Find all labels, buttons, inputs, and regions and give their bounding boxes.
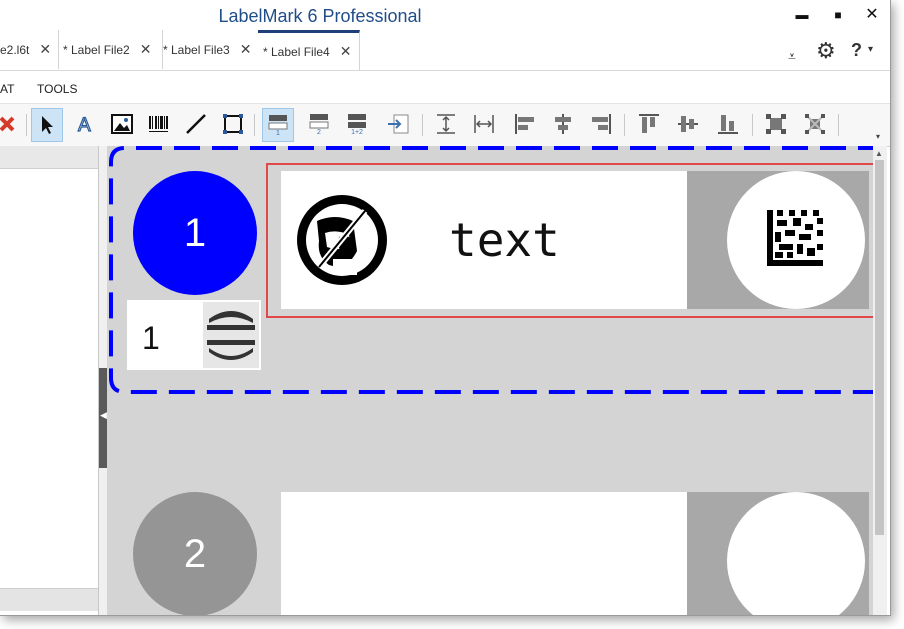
delete-icon[interactable] [0, 108, 22, 140]
tab-label-file3[interactable]: * Label File3 ✕ [159, 30, 260, 69]
help-icon[interactable]: ? [851, 40, 862, 61]
tab-label-file4[interactable]: * Label File4 ✕ [258, 30, 360, 70]
layout-1plus2-label: 1+2 [351, 128, 363, 136]
image-tool-icon[interactable] [107, 108, 137, 140]
distribute-vertical-icon[interactable] [431, 108, 461, 140]
tab-close-icon[interactable]: ✕ [39, 41, 51, 58]
select-pointer-icon[interactable] [31, 108, 63, 142]
menu-format[interactable]: AT [0, 82, 14, 96]
align-left-icon[interactable] [510, 108, 540, 140]
collapse-left-icon[interactable]: ◀ [100, 410, 107, 421]
tab-close-icon[interactable]: ✕ [240, 41, 252, 58]
tab-label: e2.l6t [0, 42, 30, 57]
gear-icon[interactable]: ⚙ [816, 38, 836, 64]
group-icon[interactable] [761, 108, 791, 140]
app-title: LabelMark 6 Professional [218, 6, 422, 26]
tab-label-file2[interactable]: * Label File2 ✕ [59, 30, 163, 69]
align-bottom-icon[interactable] [713, 108, 743, 140]
tab-overflow-icon[interactable]: ⩡ [788, 48, 796, 65]
label-1-number: 1 [183, 210, 207, 255]
align-middle-icon[interactable] [673, 108, 703, 140]
left-panel [0, 146, 99, 615]
align-center-icon[interactable] [548, 108, 578, 140]
align-right-icon[interactable] [586, 108, 616, 140]
tab-close-icon[interactable]: ✕ [140, 41, 152, 58]
ungroup-icon[interactable] [800, 108, 830, 140]
maximize-button[interactable]: ■ [824, 4, 852, 26]
copies-stepper[interactable]: 1 [127, 300, 261, 370]
toolbar-overflow-icon[interactable]: ▾ [876, 132, 880, 141]
barcode-tool-icon[interactable] [144, 108, 174, 140]
tab-label-file1[interactable]: e2.l6t ✕ [0, 30, 59, 69]
tab-label: * Label File3 [163, 42, 230, 57]
title-bar: LabelMark 6 Professional ▬ ■ ✕ [0, 0, 890, 30]
distribute-horizontal-icon[interactable] [469, 108, 499, 140]
chevron-down-icon[interactable]: ▾ [868, 44, 873, 55]
toolbar: A 1 2 1+2 ▾ [0, 103, 890, 147]
scroll-up-icon[interactable]: ▲ [875, 149, 883, 158]
left-panel-footer [0, 588, 98, 611]
label-2-tab [687, 492, 869, 615]
label-2-dot-area [727, 492, 865, 615]
menu-tools[interactable]: TOOLS [37, 82, 77, 96]
text-tool-icon[interactable]: A [70, 108, 100, 140]
label-1-number-badge[interactable]: 1 [133, 171, 257, 295]
layout-2-icon[interactable]: 2 [304, 108, 334, 140]
layout-1plus2-icon[interactable]: 1+2 [342, 108, 372, 140]
left-panel-header [0, 146, 98, 169]
tab-label: * Label File4 [263, 44, 330, 59]
close-button[interactable]: ✕ [858, 4, 886, 26]
tab-close-icon[interactable]: ✕ [340, 43, 352, 60]
label-2-body[interactable] [281, 492, 687, 615]
label-2-number: 2 [183, 531, 207, 576]
layout-1-label: 1 [276, 129, 280, 137]
copies-increment-icon[interactable] [205, 305, 257, 333]
label-2-number-badge[interactable]: 2 [133, 492, 257, 615]
layout-2-label: 2 [317, 128, 321, 136]
menu-bar: AT TOOLS [0, 71, 890, 103]
line-tool-icon[interactable] [181, 108, 211, 140]
label-canvas: 1 1 text 2 [107, 146, 873, 615]
import-icon[interactable] [383, 108, 413, 140]
layout-1-icon[interactable]: 1 [262, 108, 294, 142]
selection-highlight [266, 163, 873, 318]
svg-text:A: A [78, 115, 91, 134]
copies-value: 1 [142, 320, 160, 356]
minimize-button[interactable]: ▬ [788, 4, 816, 26]
rectangle-tool-icon[interactable] [218, 108, 248, 140]
align-top-icon[interactable] [634, 108, 664, 140]
scrollbar-thumb[interactable] [875, 160, 884, 535]
copies-decrement-icon[interactable] [205, 338, 257, 366]
document-tabs: e2.l6t ✕ * Label File2 ✕ * Label File3 ✕… [0, 30, 890, 71]
tab-label: * Label File2 [63, 42, 130, 57]
